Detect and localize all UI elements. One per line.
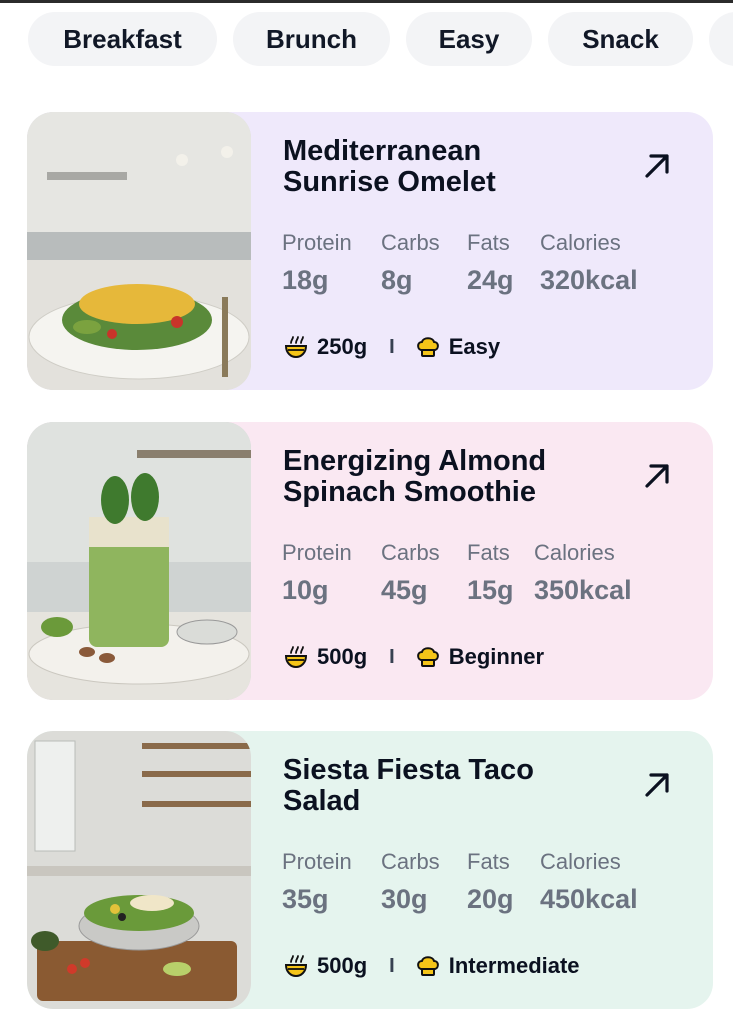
carbs-value: 8g [381,265,413,295]
bowl-icon [284,955,308,978]
carbs-stat: Carbs 8g [381,230,440,296]
recipe-photo-omelet [27,112,251,390]
protein-label: Protein [282,540,352,565]
recipe-meta: 500g I Beginner [283,642,544,672]
filter-chip-bar[interactable]: Breakfast Brunch Easy Snack [28,12,733,66]
chef-hat-icon [416,647,439,667]
carbs-value: 30g [381,884,428,914]
recipe-title[interactable]: Siesta Fiesta Taco Salad [283,755,593,817]
fats-label: Fats [467,540,510,565]
bowl-icon [284,646,308,669]
top-divider [0,0,733,3]
fats-value: 20g [467,884,514,914]
calories-value: 350kcal [534,575,632,605]
recipe-title[interactable]: Energizing Almond Spinach Smoothie [283,446,593,508]
fats-stat: Fats 15g [467,540,514,606]
weight-value: 250g [317,334,368,359]
protein-value: 35g [282,884,329,914]
calories-stat: Calories 350kcal [534,540,632,606]
fats-label: Fats [467,849,510,874]
fats-stat: Fats 24g [467,230,514,296]
recipe-card[interactable]: Energizing Almond Spinach Smoothie Prote… [27,422,713,700]
weight-value: 500g [317,953,368,978]
difficulty-value: Beginner [448,644,545,669]
recipe-card[interactable]: Mediterranean Sunrise Omelet Protein 18g… [27,112,713,390]
protein-label: Protein [282,849,352,874]
recipe-photo-taco-salad [27,731,251,1009]
arrow-up-right-icon[interactable] [641,769,673,801]
fats-stat: Fats 20g [467,849,514,915]
calories-stat: Calories 450kcal [540,849,638,915]
meta-separator: I [389,645,395,668]
recipe-photo-smoothie [27,422,251,700]
calories-label: Calories [540,230,621,255]
protein-stat: Protein 18g [282,230,352,296]
fats-label: Fats [467,230,510,255]
difficulty-value: Intermediate [448,953,580,978]
calories-stat: Calories 320kcal [540,230,638,296]
carbs-label: Carbs [381,540,440,565]
chip-more[interactable] [709,12,733,66]
weight-value: 500g [317,644,368,669]
fats-value: 24g [467,265,514,295]
protein-value: 10g [282,575,329,605]
chip-breakfast[interactable]: Breakfast [28,12,217,66]
bowl-icon [284,336,308,359]
chip-brunch[interactable]: Brunch [233,12,390,66]
carbs-label: Carbs [381,230,440,255]
protein-value: 18g [282,265,329,295]
calories-value: 450kcal [540,884,638,914]
recipe-meta: 250g I Easy [283,332,500,362]
arrow-up-right-icon[interactable] [641,150,673,182]
fats-value: 15g [467,575,514,605]
calories-label: Calories [534,540,615,565]
recipe-card[interactable]: Siesta Fiesta Taco Salad Protein 35g Car… [27,731,713,1009]
recipe-title[interactable]: Mediterranean Sunrise Omelet [283,136,593,198]
calories-label: Calories [540,849,621,874]
carbs-label: Carbs [381,849,440,874]
arrow-up-right-icon[interactable] [641,460,673,492]
chef-hat-icon [416,337,439,357]
carbs-stat: Carbs 30g [381,849,440,915]
protein-stat: Protein 10g [282,540,352,606]
carbs-stat: Carbs 45g [381,540,440,606]
protein-label: Protein [282,230,352,255]
protein-stat: Protein 35g [282,849,352,915]
meta-separator: I [389,335,395,358]
calories-value: 320kcal [540,265,638,295]
difficulty-value: Easy [448,334,501,359]
recipe-meta: 500g I Intermediate [283,951,580,981]
meta-separator: I [389,954,395,977]
chef-hat-icon [416,956,439,976]
chip-snack[interactable]: Snack [548,12,693,66]
carbs-value: 45g [381,575,428,605]
chip-easy[interactable]: Easy [406,12,532,66]
